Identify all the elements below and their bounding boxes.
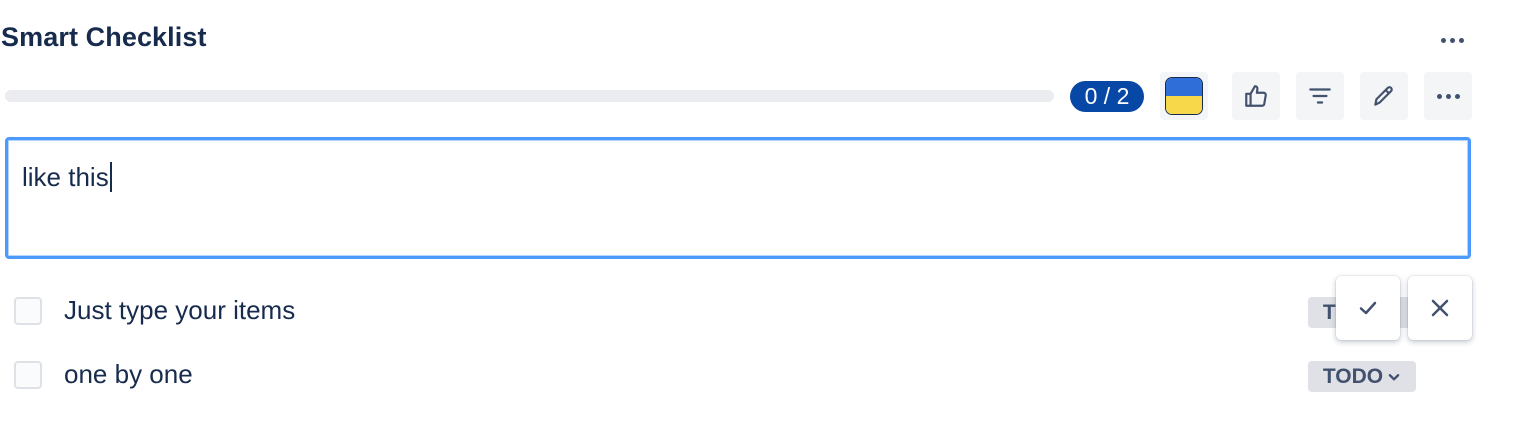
progress-count-badge: 0 / 2	[1070, 81, 1144, 112]
progress-bar	[5, 90, 1054, 102]
filter-icon	[1309, 88, 1331, 104]
more-horizontal-icon	[1436, 93, 1460, 99]
checklist-item: one by one TODO	[14, 358, 1434, 398]
cancel-button[interactable]	[1408, 276, 1472, 340]
item-text: one by one	[64, 359, 193, 389]
confirm-button[interactable]	[1336, 276, 1400, 340]
item-input-editor[interactable]: like this	[5, 137, 1471, 259]
item-text: Just type your items	[64, 295, 296, 325]
status-dropdown[interactable]: TODO	[1308, 361, 1416, 392]
item-checkbox[interactable]	[14, 297, 42, 325]
edit-pencil-icon	[1374, 86, 1393, 106]
edit-button[interactable]	[1360, 72, 1408, 120]
thumbs-up-icon	[1245, 85, 1267, 107]
item-checkbox[interactable]	[14, 361, 42, 389]
checklist-item: Just type your items TODO	[14, 294, 1434, 334]
check-icon	[1359, 301, 1377, 315]
close-icon	[1431, 299, 1449, 317]
text-caret	[109, 162, 112, 192]
flag-icon	[1165, 77, 1203, 115]
more-horizontal-icon	[1440, 37, 1464, 43]
header-more-button[interactable]	[1432, 26, 1472, 54]
toolbar-more-button[interactable]	[1424, 72, 1472, 120]
status-label: TODO	[1322, 364, 1384, 388]
like-button[interactable]	[1232, 72, 1280, 120]
flag-button[interactable]	[1160, 72, 1208, 120]
checklist-title: Smart Checklist	[1, 22, 207, 52]
editor-text: like this	[22, 162, 109, 192]
filter-button[interactable]	[1296, 72, 1344, 120]
chevron-down-icon	[1388, 373, 1400, 380]
